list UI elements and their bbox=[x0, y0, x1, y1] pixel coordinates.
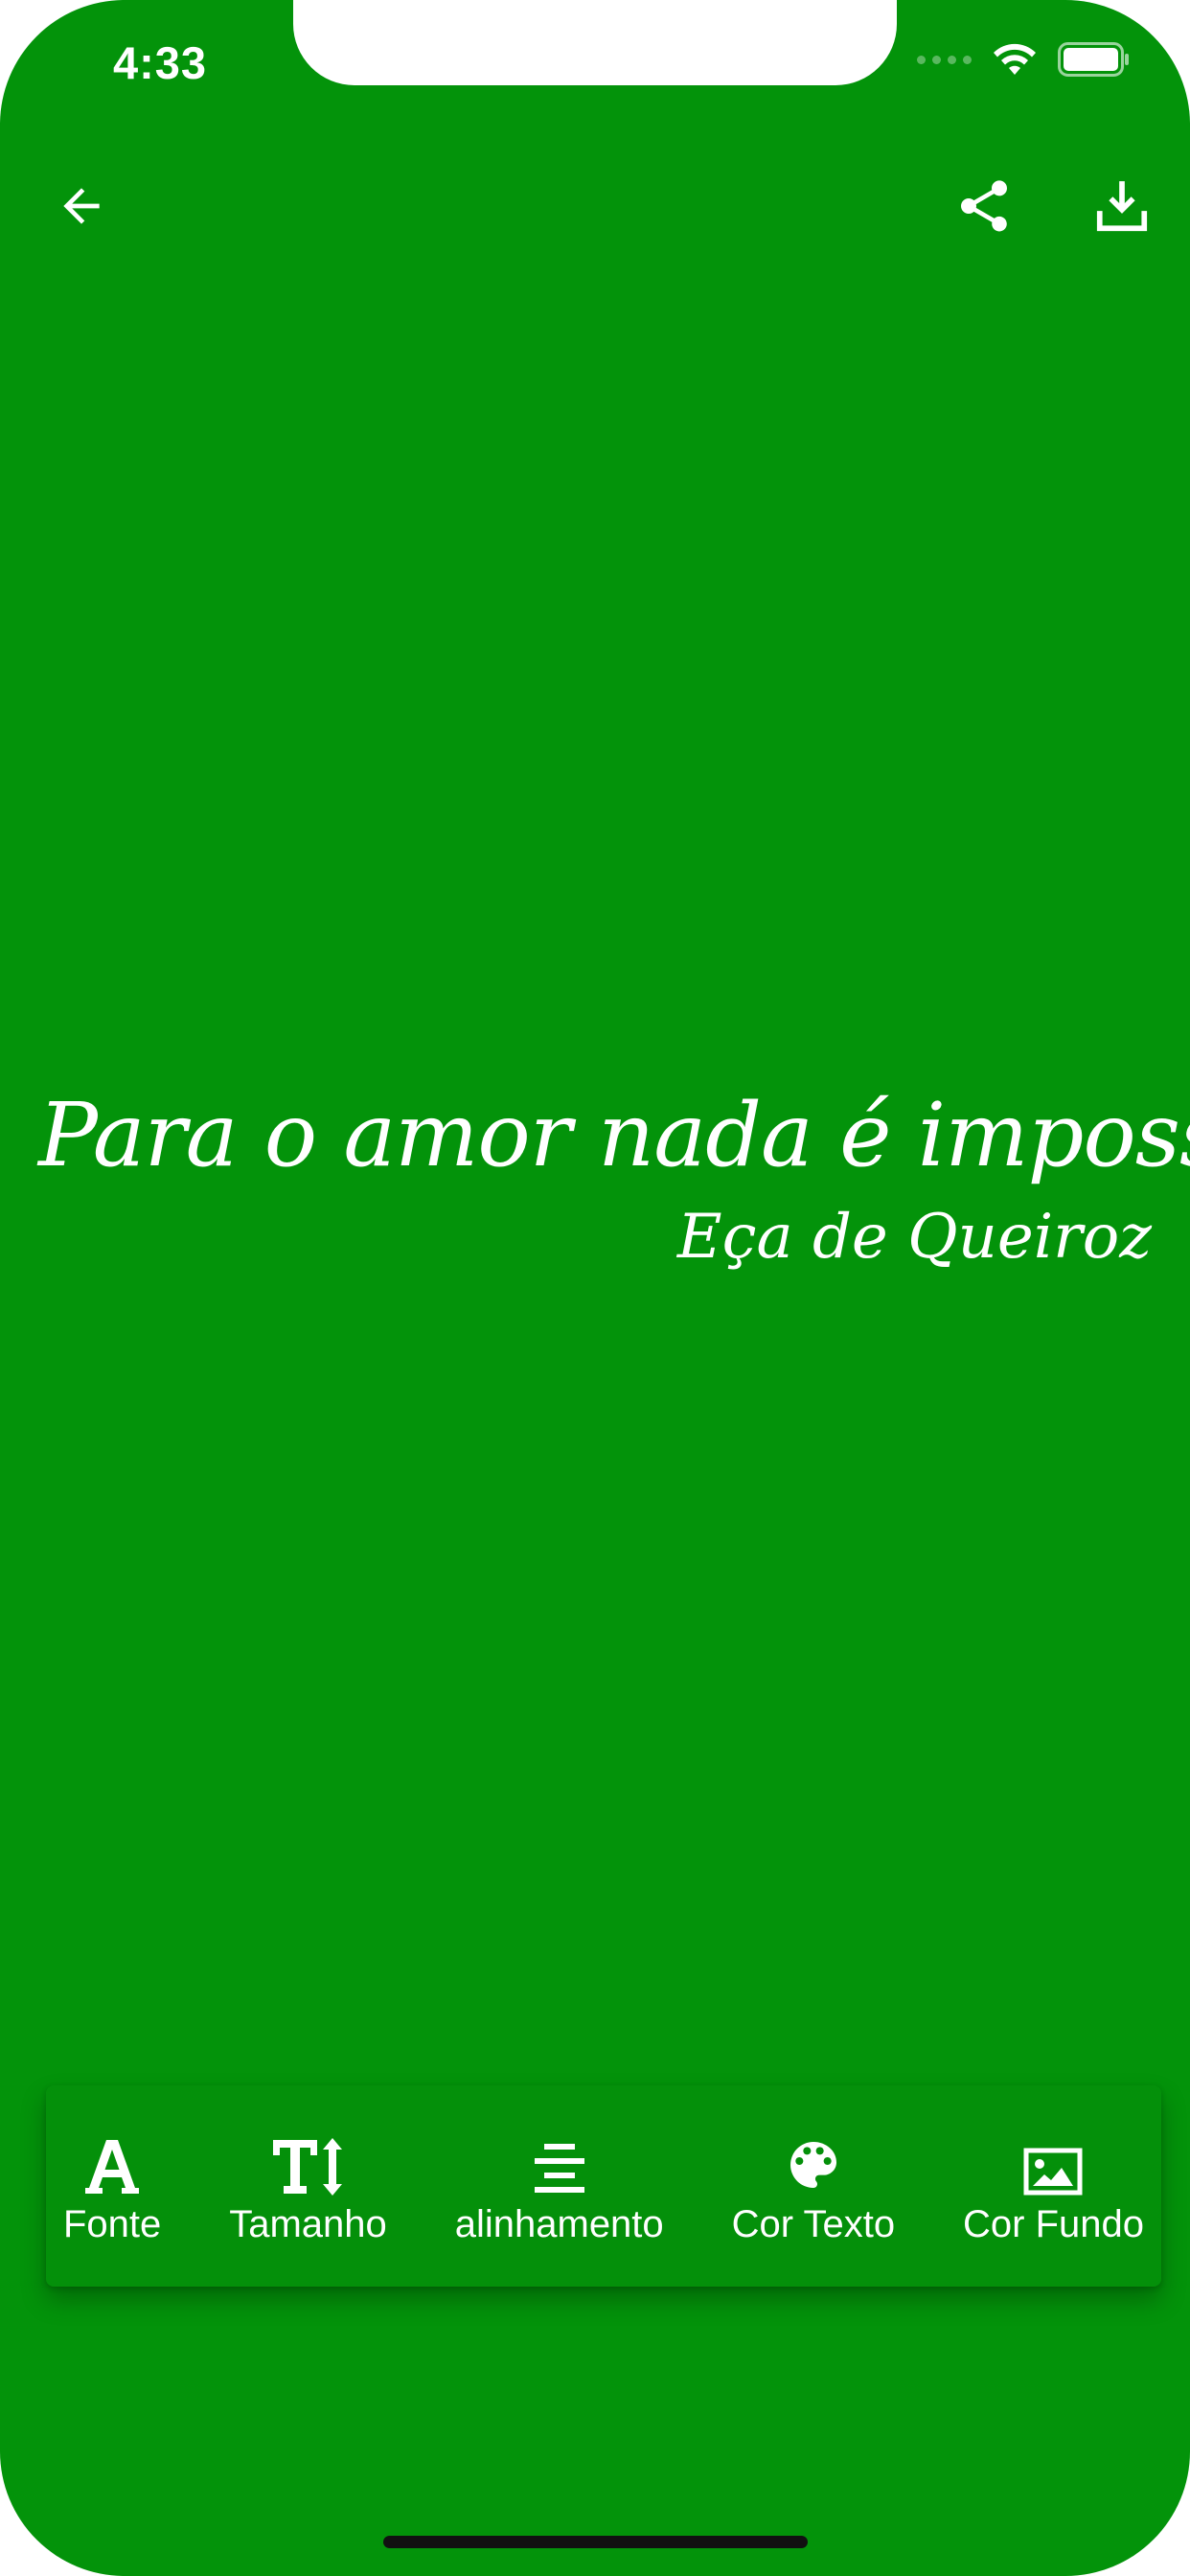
tool-size[interactable]: Tamanho bbox=[229, 2095, 387, 2277]
quote-canvas: Para o amor nada é impossível. Eça de Qu… bbox=[38, 1073, 1190, 1273]
tool-background-color[interactable]: Cor Fundo bbox=[963, 2095, 1144, 2277]
share-button[interactable] bbox=[941, 163, 1027, 249]
palette-icon bbox=[790, 2141, 836, 2188]
status-time: 4:33 bbox=[113, 37, 208, 88]
quote-author[interactable]: Eça de Queiroz bbox=[38, 1202, 1152, 1273]
text-size-icon bbox=[272, 2137, 342, 2196]
tool-alignment[interactable]: alinhamento bbox=[455, 2095, 664, 2277]
align-center-icon bbox=[534, 2143, 584, 2193]
tool-text-color[interactable]: Cor Texto bbox=[732, 2095, 895, 2277]
status-icons bbox=[917, 42, 1131, 77]
tool-alignment-label: alinhamento bbox=[454, 2202, 664, 2245]
share-icon bbox=[961, 180, 1007, 232]
cellular-signal-icon bbox=[917, 55, 972, 64]
tool-font[interactable]: Fonte bbox=[63, 2095, 161, 2277]
quote-text[interactable]: Para o amor nada é impossível. bbox=[38, 1073, 1190, 1198]
tool-font-label: Fonte bbox=[63, 2202, 162, 2245]
arrow-left-icon bbox=[63, 188, 100, 224]
editor-screen: 4:33 Para o amor nada é impos Eça de Que… bbox=[0, 0, 1190, 2576]
download-button[interactable] bbox=[1079, 163, 1165, 249]
editor-toolbar: Fonte Tamanho alinhamento Cor Texto Cor … bbox=[46, 2085, 1161, 2287]
image-icon bbox=[1023, 2148, 1083, 2195]
tool-text-color-label: Cor Texto bbox=[731, 2202, 896, 2245]
download-icon bbox=[1096, 181, 1148, 232]
battery-icon bbox=[1058, 42, 1129, 77]
device-notch bbox=[293, 0, 897, 85]
home-indicator[interactable] bbox=[383, 2536, 808, 2548]
back-button[interactable] bbox=[38, 163, 125, 249]
tool-background-color-label: Cor Fundo bbox=[963, 2202, 1144, 2245]
tool-size-label: Tamanho bbox=[229, 2202, 387, 2245]
font-icon bbox=[85, 2139, 140, 2194]
wifi-icon bbox=[994, 43, 1036, 75]
